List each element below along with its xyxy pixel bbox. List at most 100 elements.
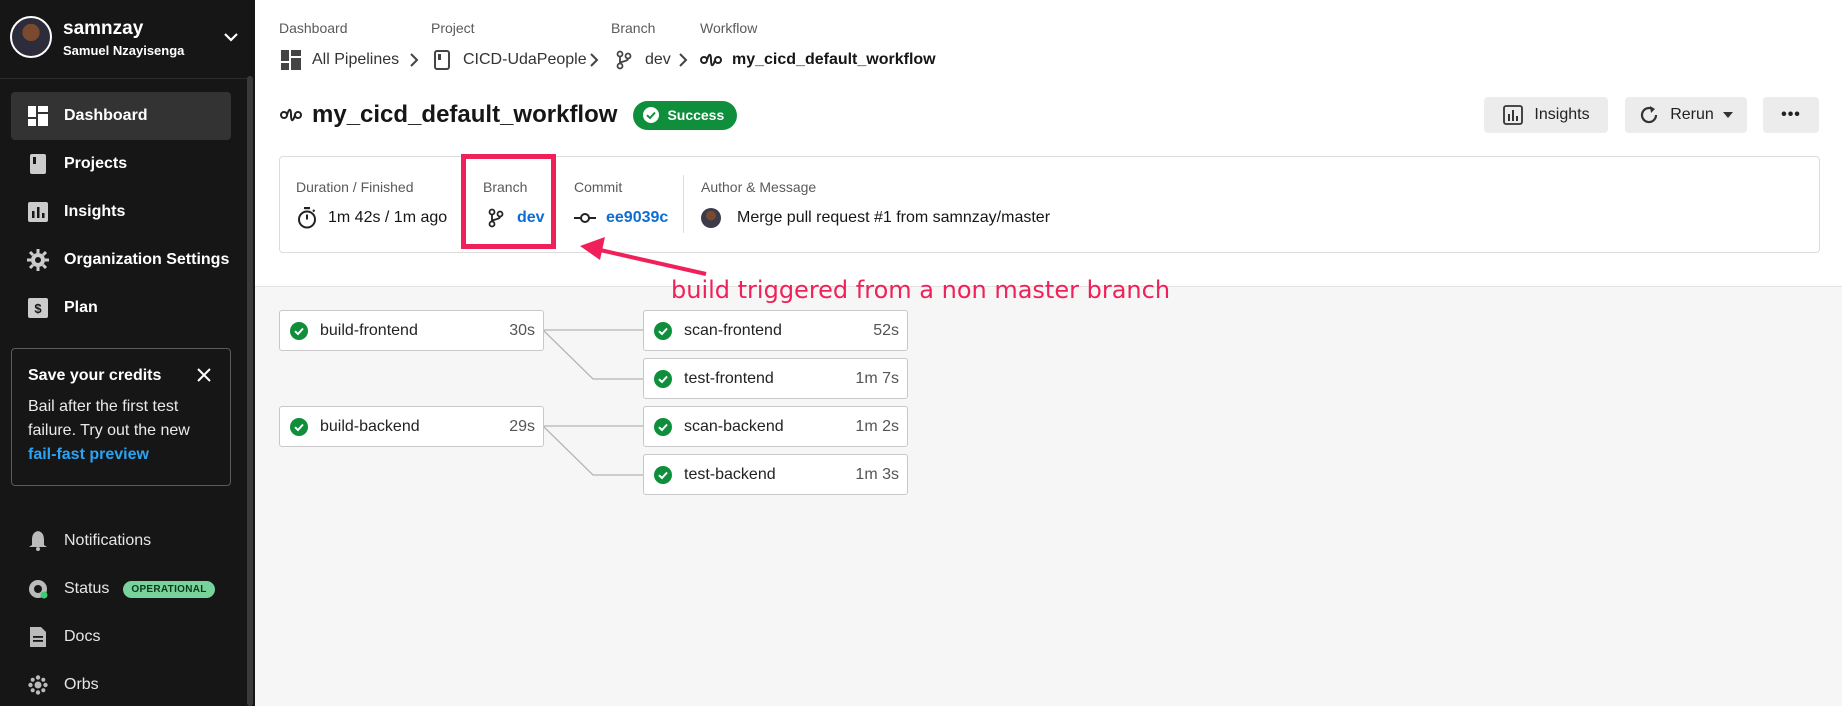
breadcrumb-branch[interactable]: dev	[613, 49, 671, 71]
orbs-icon	[27, 674, 49, 696]
stopwatch-icon	[296, 207, 318, 229]
job-duration: 52s	[873, 321, 899, 339]
sidebar-item-orbs[interactable]: Orbs	[11, 661, 231, 706]
job-name: build-frontend	[320, 321, 418, 339]
author-avatar	[701, 208, 721, 228]
job-card-scan-frontend[interactable]: scan-frontend 52s	[643, 310, 908, 351]
account-username: samnzay	[63, 18, 144, 39]
sidebar-item-docs[interactable]: Docs	[11, 613, 231, 661]
promo-title: Save your credits	[28, 367, 162, 384]
sidebar-item-dashboard[interactable]: Dashboard	[11, 92, 231, 140]
sidebar-item-label: Status	[64, 580, 110, 597]
promo-link[interactable]: fail-fast preview	[28, 446, 149, 463]
insights-icon	[27, 201, 49, 223]
sidebar-item-notifications[interactable]: Notifications	[11, 517, 231, 565]
job-card-test-frontend[interactable]: test-frontend 1m 7s	[643, 358, 908, 399]
workflow-icon	[700, 49, 722, 71]
rerun-icon	[1638, 104, 1660, 126]
job-name: build-backend	[320, 417, 420, 435]
workflow-title-row: my_cicd_default_workflow Success	[280, 100, 738, 130]
job-duration: 1m 7s	[855, 369, 899, 387]
status-badge: Success	[633, 100, 738, 130]
breadcrumb-project[interactable]: CICD-UdaPeople	[431, 49, 587, 71]
sidebar-item-label: Docs	[64, 628, 101, 645]
insights-icon	[1502, 104, 1524, 126]
job-card-build-frontend[interactable]: build-frontend 30s	[279, 310, 544, 351]
rerun-button-label: Rerun	[1670, 106, 1714, 123]
author-message: Merge pull request #1 from samnzay/maste…	[701, 207, 1050, 229]
status-text: Success	[667, 107, 725, 123]
sidebar-item-projects[interactable]: Projects	[11, 140, 231, 188]
job-name: test-frontend	[684, 369, 774, 387]
chevron-right-icon	[679, 53, 688, 67]
more-actions-button[interactable]: •••	[1763, 97, 1819, 133]
duration-label: Duration / Finished	[296, 179, 414, 195]
commit-link[interactable]: ee9039c	[606, 209, 668, 227]
chevron-down-icon	[224, 33, 238, 42]
check-circle-icon	[654, 417, 672, 436]
dashboard-icon	[280, 49, 302, 71]
account-switcher[interactable]: samnzay Samuel Nzayisenga	[10, 16, 240, 60]
job-duration: 1m 3s	[855, 465, 899, 483]
annotation-highlight-box	[461, 154, 556, 249]
sidebar-item-insights[interactable]: Insights	[11, 188, 231, 236]
workflow-icon	[280, 108, 302, 122]
breadcrumb-workflow[interactable]: my_cicd_default_workflow	[700, 49, 936, 71]
close-icon[interactable]	[196, 367, 212, 383]
check-circle-icon	[290, 417, 308, 436]
job-card-build-backend[interactable]: build-backend 29s	[279, 406, 544, 447]
job-card-scan-backend[interactable]: scan-backend 1m 2s	[643, 406, 908, 447]
check-circle-icon	[290, 321, 308, 340]
check-circle-icon	[654, 369, 672, 388]
insights-button-label: Insights	[1534, 106, 1590, 123]
sidebar-item-label: Insights	[64, 203, 126, 220]
sidebar-item-organization-settings[interactable]: Organization Settings	[11, 236, 231, 284]
sidebar-item-status[interactable]: Status OPERATIONAL	[11, 565, 231, 613]
sidebar-item-label: Notifications	[64, 532, 152, 549]
breadcrumb-value: All Pipelines	[312, 51, 400, 68]
breadcrumb-all-pipelines[interactable]: All Pipelines	[280, 49, 399, 71]
sidebar-item-label: Projects	[64, 155, 128, 172]
job-name: test-backend	[684, 465, 776, 483]
insights-button[interactable]: Insights	[1484, 97, 1608, 133]
author-label: Author & Message	[701, 179, 817, 195]
breadcrumb-value: dev	[645, 51, 671, 68]
page-title: my_cicd_default_workflow	[312, 101, 618, 128]
sidebar-scrollbar[interactable]	[247, 76, 253, 706]
projects-icon	[27, 153, 49, 175]
status-icon	[27, 578, 49, 600]
annotation-text: build triggered from a non master branch	[671, 276, 1171, 304]
svg-text:$: $	[34, 301, 42, 316]
promo-body-text: Bail after the first test failure. Try o…	[28, 398, 190, 439]
sidebar-item-label: Plan	[64, 299, 98, 316]
dashboard-icon	[27, 105, 49, 127]
sidebar-item-plan[interactable]: $ Plan	[11, 284, 231, 332]
avatar	[10, 16, 52, 58]
rerun-button[interactable]: Rerun	[1625, 97, 1747, 133]
breadcrumb-value: my_cicd_default_workflow	[732, 51, 936, 68]
job-duration: 30s	[509, 321, 535, 339]
job-name: scan-backend	[684, 417, 784, 435]
meta-divider	[683, 175, 684, 233]
commit-label: Commit	[574, 179, 623, 195]
sidebar-nav: Dashboard Projects Insights Organization…	[11, 92, 231, 332]
status-badge: OPERATIONAL	[123, 580, 215, 598]
breadcrumb-value: CICD-UdaPeople	[463, 51, 587, 68]
breadcrumb-label-workflow: Workflow	[700, 20, 758, 36]
commit-message: Merge pull request #1 from samnzay/maste…	[737, 209, 1051, 226]
commit-value: ee9039c	[574, 207, 668, 229]
bell-icon	[27, 530, 49, 552]
sidebar-item-label: Orbs	[64, 676, 99, 693]
promo-card: Save your credits Bail after the first t…	[11, 348, 231, 486]
check-circle-icon	[654, 321, 672, 340]
sidebar-item-label: Dashboard	[64, 107, 148, 124]
job-card-test-backend[interactable]: test-backend 1m 3s	[643, 454, 908, 495]
docs-icon	[27, 626, 49, 648]
gear-icon	[27, 249, 49, 271]
job-name: scan-frontend	[684, 321, 782, 339]
project-icon	[431, 49, 453, 71]
breadcrumb-label-project: Project	[431, 20, 475, 36]
account-full-name: Samuel Nzayisenga	[63, 43, 185, 58]
check-circle-icon	[643, 107, 660, 123]
breadcrumb-label-dashboard: Dashboard	[279, 20, 348, 36]
